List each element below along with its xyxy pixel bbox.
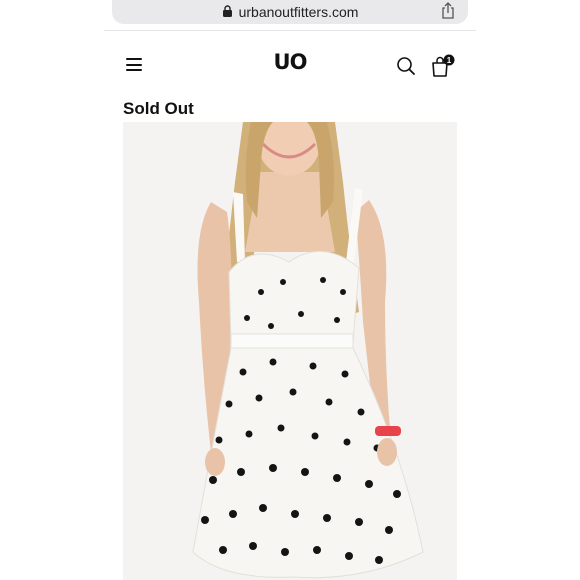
address-bar[interactable]: urbanoutfitters.com [112, 0, 468, 24]
search-icon[interactable] [396, 56, 416, 76]
product-image[interactable] [123, 122, 457, 580]
share-icon[interactable] [440, 2, 456, 20]
url-text: urbanoutfitters.com [238, 4, 359, 20]
shopping-bag-icon[interactable]: 1 [430, 54, 456, 78]
header-divider [104, 30, 476, 31]
lock-icon [222, 5, 232, 17]
cart-count-badge: 1 [447, 56, 452, 65]
site-header: UO 1 [104, 40, 476, 90]
product-photo-illustration [123, 122, 457, 580]
sold-out-label: Sold Out [123, 99, 194, 118]
site-logo[interactable]: UO [104, 50, 476, 74]
